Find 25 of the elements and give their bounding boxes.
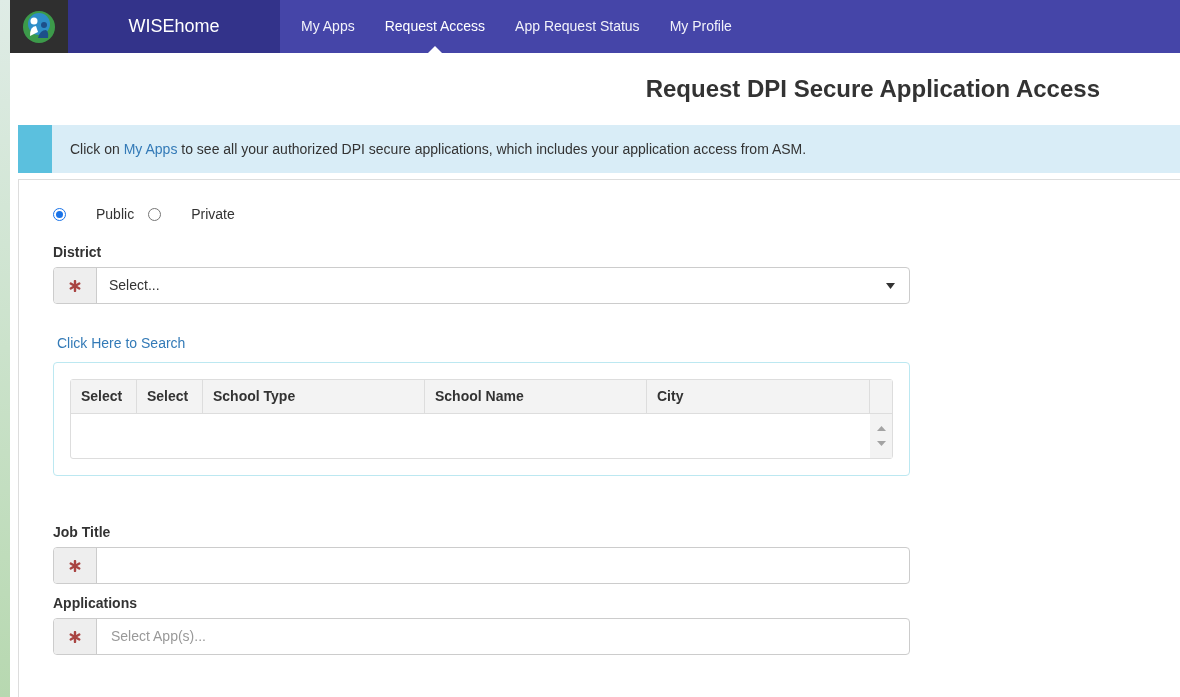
column-header[interactable]: Select: [71, 380, 137, 413]
field-label: District: [53, 243, 103, 262]
radio-label: Public: [96, 204, 135, 224]
caret-icon: [886, 282, 895, 289]
nav-tab[interactable]: My Apps: [286, 0, 370, 53]
scrollbar[interactable]: [870, 414, 892, 458]
nav-tab[interactable]: App Request Status: [500, 0, 655, 53]
field-label: Job Title: [53, 523, 112, 542]
info-message: Click on My Apps to see all your authorized DPI secure applications, which includes your application access from ASM.: [70, 139, 807, 159]
column-header[interactable]: School Name: [425, 380, 647, 413]
column-header[interactable]: City: [647, 380, 870, 413]
scroll-down-icon[interactable]: [876, 441, 886, 446]
scroll-up-icon[interactable]: [876, 426, 886, 431]
active-tab-indicator: [427, 46, 442, 53]
column-header[interactable]: School Type: [203, 380, 425, 413]
search-link[interactable]: Click Here to Search: [57, 333, 186, 354]
column-header[interactable]: Select: [137, 380, 203, 413]
radio-label: Private: [191, 204, 235, 224]
field-label: Applications: [53, 594, 138, 613]
my-apps-link[interactable]: My Apps: [123, 140, 178, 157]
logo-icon: [22, 9, 56, 44]
page-title: Request DPI Secure Application Access: [645, 74, 1100, 104]
info-accent-bar: [18, 125, 52, 173]
nav-tab[interactable]: Request Access: [369, 0, 501, 53]
nav-tab[interactable]: My Profile: [654, 0, 747, 53]
